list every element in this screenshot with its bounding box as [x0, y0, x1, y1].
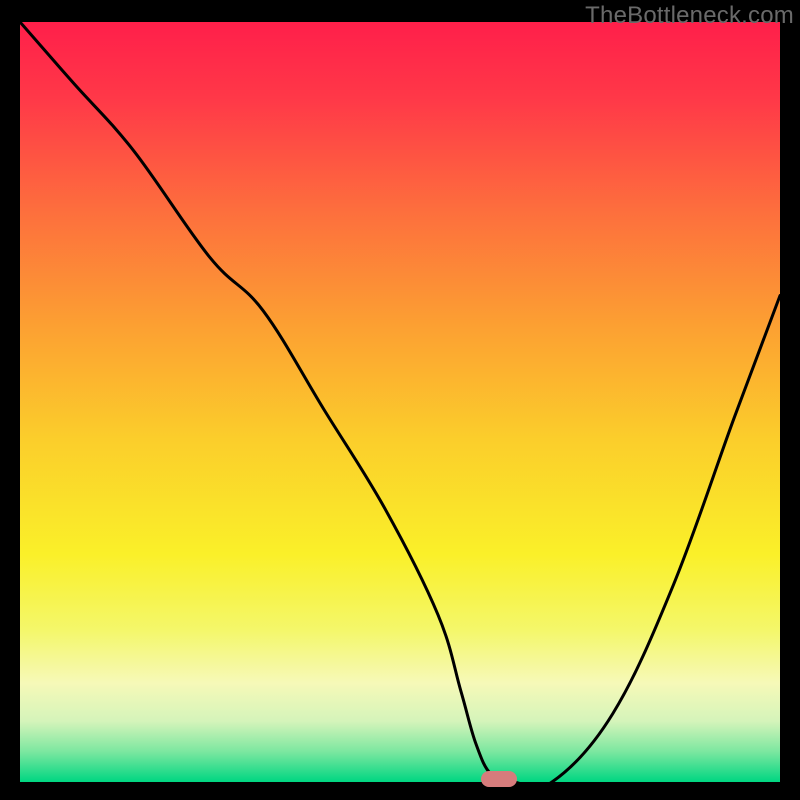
optimum-marker: [481, 771, 517, 787]
chart-frame: TheBottleneck.com: [0, 0, 800, 800]
gradient-background: [20, 22, 780, 782]
plot-svg: [20, 22, 780, 782]
watermark-label: TheBottleneck.com: [585, 2, 794, 30]
plot-area: [20, 22, 780, 782]
